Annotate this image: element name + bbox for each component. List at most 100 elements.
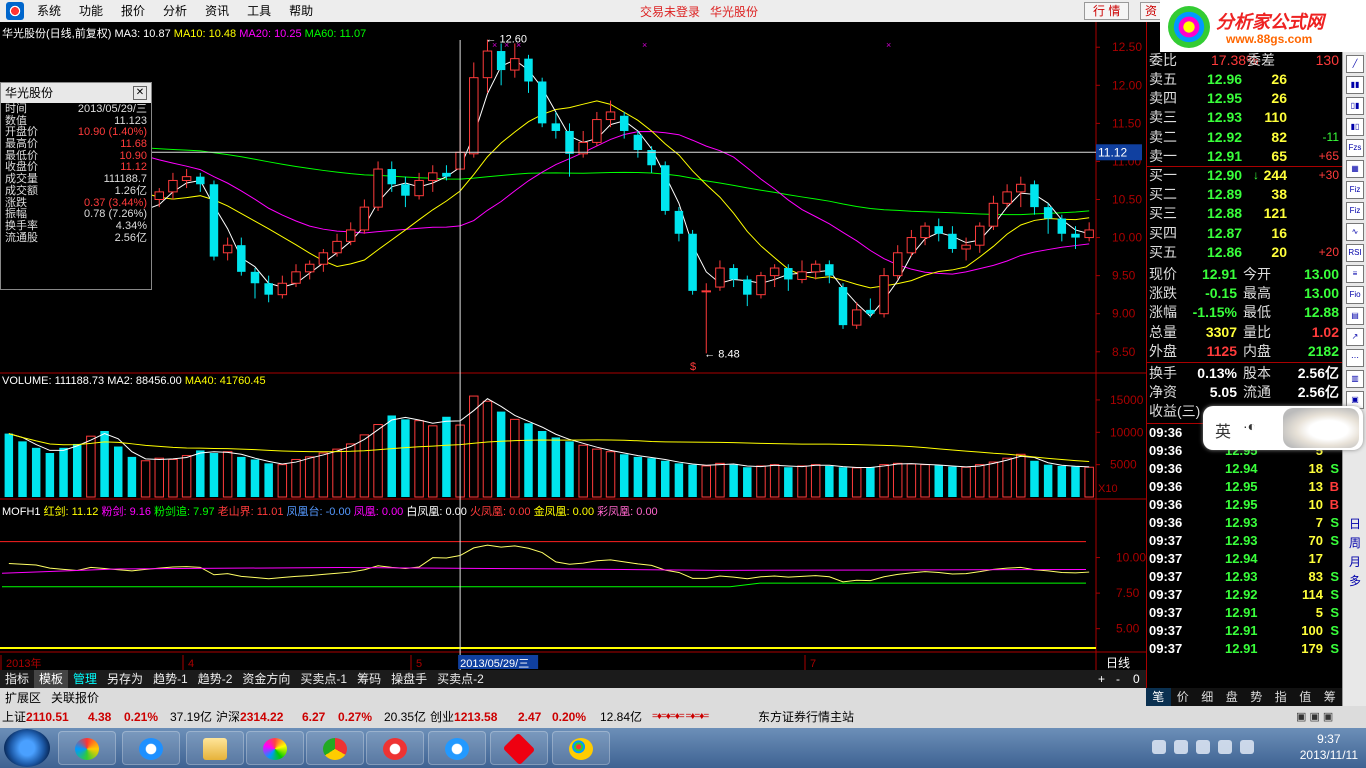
taskbar-weibo-icon[interactable] <box>366 731 424 765</box>
tool-grid-icon[interactable]: ▤ <box>1346 307 1364 325</box>
ime-widget[interactable]: 英 ·◐ <box>1203 406 1363 450</box>
tab-chips[interactable]: 筹码 <box>352 670 386 688</box>
tick-row[interactable]: 09:36 12.93 7 S <box>1147 514 1342 532</box>
tick-row[interactable]: 09:36 12.95 13 B <box>1147 478 1342 496</box>
tick-row[interactable]: 09:37 12.91 179 S <box>1147 640 1342 658</box>
sell-level-row[interactable]: 卖五 12.96 26 <box>1147 70 1342 89</box>
close-icon[interactable]: ✕ <box>133 86 147 100</box>
qtab-chips[interactable]: 筹 <box>1318 688 1343 706</box>
taskbar-360-browser-icon[interactable] <box>246 731 304 765</box>
zoom-out-button[interactable]: - <box>1116 672 1120 686</box>
tool-wave-icon[interactable]: ∿ <box>1346 223 1364 241</box>
tool-stack-icon[interactable]: ≡ <box>1346 265 1364 283</box>
tab-trend-1[interactable]: 趋势-1 <box>148 670 193 688</box>
qtab-index[interactable]: 指 <box>1269 688 1294 706</box>
tab-template[interactable]: 模板 <box>34 670 69 688</box>
taskbar-paint-icon[interactable] <box>552 731 610 765</box>
taskbar-ie-icon[interactable] <box>122 731 180 765</box>
related-quote-tab[interactable]: 关联报价 <box>46 689 104 706</box>
tool-fzs-icon[interactable]: Fzs <box>1346 139 1364 157</box>
server-name[interactable]: 东方证券行情主站 <box>758 706 854 728</box>
status-tray-icons[interactable]: ▣ ▣ ▣ <box>1296 706 1333 728</box>
taskbar-stock-app-icon[interactable] <box>490 731 548 766</box>
tool-bars2-icon[interactable]: ▮▯ <box>1346 118 1364 136</box>
buy-level-row[interactable]: 买五 12.86 20 +20 <box>1147 243 1342 262</box>
tool-chart-icon[interactable]: ▦ <box>1346 160 1364 178</box>
tick-row[interactable]: 09:37 12.93 70 S <box>1147 532 1342 550</box>
tool-trend-icon[interactable]: ↗ <box>1346 328 1364 346</box>
sell-level-row[interactable]: 卖四 12.95 26 <box>1147 89 1342 108</box>
start-button-icon[interactable] <box>4 729 50 767</box>
period-month[interactable]: 月 <box>1343 555 1366 569</box>
sell-level-row[interactable]: 卖三 12.93 110 <box>1147 108 1342 127</box>
tool-candle-icon[interactable]: ▯▮ <box>1346 97 1364 115</box>
tool-rsi-icon[interactable]: RSI <box>1346 244 1364 262</box>
buy-level-row[interactable]: 买一 12.90 244 +30 ↓ <box>1147 166 1342 185</box>
buy-level-row[interactable]: 买二 12.89 38 <box>1147 185 1342 204</box>
menu-info[interactable]: 资讯 <box>196 0 238 22</box>
menu-system[interactable]: 系统 <box>28 0 70 22</box>
qtab-detail[interactable]: 细 <box>1195 688 1220 706</box>
tool-line-icon[interactable]: ╱ <box>1346 55 1364 73</box>
qtab-value[interactable]: 值 <box>1293 688 1318 706</box>
tick-row[interactable]: 09:37 12.91 100 S <box>1147 622 1342 640</box>
tab-trader[interactable]: 操盘手 <box>386 670 432 688</box>
qtab-trend[interactable]: 势 <box>1244 688 1269 706</box>
sell-level-row[interactable]: 卖二 12.92 82 -11 <box>1147 128 1342 147</box>
tab-indicator[interactable]: 指标 <box>0 670 34 688</box>
qtab-price[interactable]: 价 <box>1171 688 1196 706</box>
index-hs[interactable]: 沪深2314.22 <box>216 706 283 728</box>
tick-row[interactable]: 09:37 12.91 5 S <box>1147 604 1342 622</box>
period-more[interactable]: 多 <box>1343 574 1366 588</box>
tray-volume-icon[interactable] <box>1218 740 1232 754</box>
zoom-in-button[interactable]: + <box>1098 672 1105 686</box>
moon-icon[interactable]: ·◐ <box>1243 418 1256 434</box>
tick-row[interactable]: 09:37 12.92 114 S <box>1147 586 1342 604</box>
reset-button[interactable]: 0 <box>1133 672 1140 686</box>
tool-spark-icon[interactable]: ⋯ <box>1346 349 1364 367</box>
menu-function[interactable]: 功能 <box>70 0 112 22</box>
extension-area-tab[interactable]: 扩展区 <box>0 689 46 706</box>
tab-trend-2[interactable]: 趋势-2 <box>193 670 238 688</box>
taskbar-folder-icon[interactable] <box>186 731 244 765</box>
trade-status[interactable]: 交易未登录 华光股份 <box>640 3 758 20</box>
kline-chart-area[interactable]: 12.50 12.00 11.50 11.00 10.50 10.00 9.50 9.00 8.… <box>0 22 1146 686</box>
quote-button[interactable]: 行 情 <box>1084 2 1130 20</box>
buy-level-row[interactable]: 买四 12.87 16 <box>1147 224 1342 243</box>
menu-quote[interactable]: 报价 <box>112 0 154 22</box>
tray-network-icon[interactable] <box>1196 740 1210 754</box>
info-window-titlebar[interactable]: 华光股份 ✕ <box>1 83 151 103</box>
taskbar-cloud-icon[interactable] <box>428 731 486 765</box>
tick-row[interactable]: 09:36 12.95 10 B <box>1147 496 1342 514</box>
menu-help[interactable]: 帮助 <box>280 0 322 22</box>
tool-fio-icon[interactable]: Fio <box>1346 286 1364 304</box>
tool-fiz-icon[interactable]: Fiz <box>1346 181 1364 199</box>
bar-info-window[interactable]: 华光股份 ✕ 时间 2013/05/29/三 数值 11.123 开盘价 10.90 (1… <box>0 82 152 290</box>
sell-level-row[interactable]: 卖一 12.91 65 +65 <box>1147 147 1342 166</box>
index-sh[interactable]: 上证2110.51 <box>2 706 69 728</box>
tick-row[interactable]: 09:37 12.94 17 <box>1147 550 1342 568</box>
tray-flag-icon[interactable] <box>1174 740 1188 754</box>
tab-fund-direction[interactable]: 资金方向 <box>237 670 295 688</box>
taskbar-chrome-icon[interactable] <box>306 731 364 765</box>
menu-analysis[interactable]: 分析 <box>154 0 196 22</box>
tray-plus-icon[interactable] <box>1152 740 1166 754</box>
tray-ime-icon[interactable] <box>1240 740 1254 754</box>
chart-canvas[interactable]: 12.5012.0011.5011.0010.5010.009.509.008.… <box>0 22 1146 670</box>
system-clock[interactable]: 9:37 2013/11/11 <box>1300 731 1358 763</box>
tab-save-as[interactable]: 另存为 <box>102 670 148 688</box>
index-cy[interactable]: 创业1213.58 <box>430 706 497 728</box>
ime-language[interactable]: 英 <box>1215 418 1231 442</box>
qtab-book[interactable]: 盘 <box>1220 688 1245 706</box>
tick-row[interactable]: 09:37 12.93 83 S <box>1147 568 1342 586</box>
tool-bars-icon[interactable]: ▮▮ <box>1346 76 1364 94</box>
tick-row[interactable]: 09:36 12.94 18 S <box>1147 460 1342 478</box>
tool-bar3-icon[interactable]: ▥ <box>1346 370 1364 388</box>
taskbar-app-360[interactable] <box>58 731 116 765</box>
tab-trade-point-1[interactable]: 买卖点-1 <box>295 670 352 688</box>
tab-trade-point-2[interactable]: 买卖点-2 <box>432 670 489 688</box>
buy-level-row[interactable]: 买三 12.88 121 <box>1147 204 1342 223</box>
tab-manage[interactable]: 管理 <box>68 670 102 688</box>
tool-fiz2-icon[interactable]: Fiz <box>1346 202 1364 220</box>
period-week[interactable]: 周 <box>1343 536 1366 550</box>
